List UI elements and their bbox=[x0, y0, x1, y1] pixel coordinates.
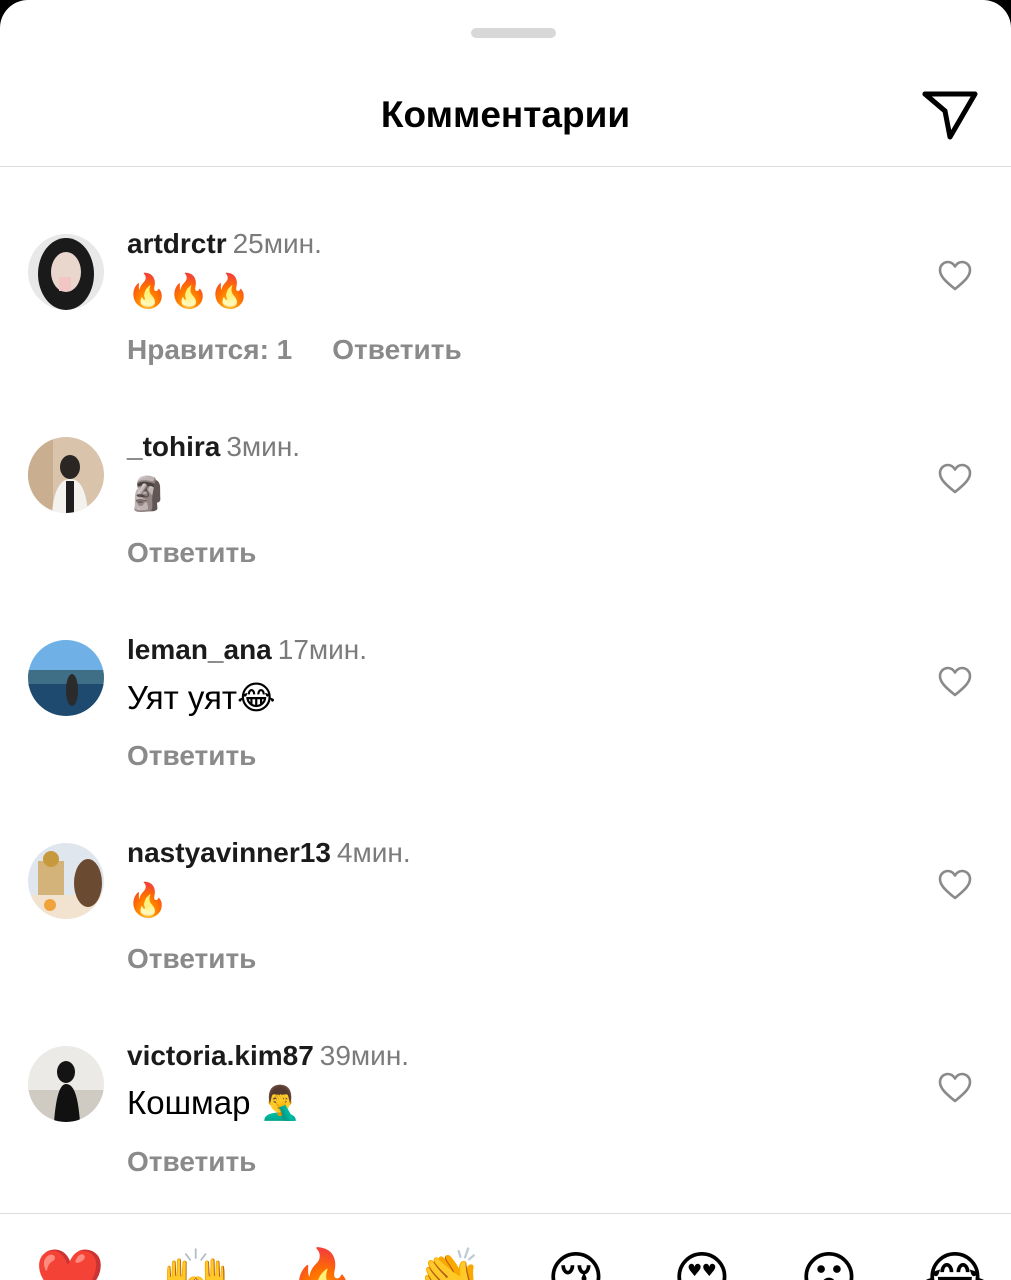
reaction-fire[interactable]: 🔥 bbox=[288, 1246, 358, 1280]
comment-actions: Ответить bbox=[127, 1146, 256, 1178]
reply-button[interactable]: Ответить bbox=[332, 334, 461, 365]
heart-icon[interactable] bbox=[938, 869, 972, 901]
heart-icon[interactable] bbox=[938, 666, 972, 698]
comment-time: 39мин. bbox=[319, 1040, 410, 1071]
comment-text: Уят уят😂 bbox=[127, 679, 276, 716]
avatar[interactable] bbox=[28, 1046, 104, 1122]
comment-item: _tohira 3мин. 🗿 Ответить bbox=[0, 431, 1011, 607]
comment-text: Кошмар 🤦‍♂️ bbox=[127, 1084, 301, 1121]
drag-handle[interactable] bbox=[471, 28, 556, 38]
comment-actions: Нравится: 1 Ответить bbox=[127, 334, 462, 366]
comment-item: leman_ana 17мин. Уят уят😂 Ответить bbox=[0, 634, 1011, 810]
comment-text: 🔥🔥🔥 bbox=[127, 272, 251, 309]
comment-time: 3мин. bbox=[226, 431, 301, 462]
comment-item: nastyavinner13 4мин. 🔥 Ответить bbox=[0, 837, 1011, 1013]
reactions-divider bbox=[0, 1213, 1011, 1214]
comment-meta: victoria.kim87 39мин. bbox=[127, 1040, 409, 1072]
username[interactable]: nastyavinner13 bbox=[127, 837, 331, 868]
comment-time: 17мин. bbox=[277, 634, 368, 665]
reaction-heart[interactable]: ❤️ bbox=[35, 1246, 105, 1280]
avatar[interactable] bbox=[28, 437, 104, 513]
page-title: Комментарии bbox=[380, 94, 631, 135]
reply-button[interactable]: Ответить bbox=[127, 943, 256, 974]
comment-time: 25мин. bbox=[232, 228, 322, 259]
comment-meta: _tohira 3мин. bbox=[127, 431, 300, 463]
comment-meta: leman_ana 17мин. bbox=[127, 634, 367, 666]
username[interactable]: _tohira bbox=[127, 431, 220, 462]
likes-count[interactable]: Нравится: 1 bbox=[127, 334, 292, 365]
username[interactable]: victoria.kim87 bbox=[127, 1040, 314, 1071]
quick-reactions-bar: ❤️ 🙌 🔥 👏 😢 😍 😮 😂 bbox=[0, 1246, 1011, 1280]
comment-text: 🗿 bbox=[127, 475, 169, 512]
reaction-raising-hands[interactable]: 🙌 bbox=[161, 1246, 231, 1280]
comment-meta: artdrctr 25мин. bbox=[127, 228, 322, 260]
comment-item: artdrctr 25мин. 🔥🔥🔥 Нравится: 1 Ответить bbox=[0, 228, 1011, 404]
reaction-heart-eyes[interactable]: 😍 bbox=[667, 1246, 737, 1280]
header-divider bbox=[0, 166, 1011, 167]
reaction-clapping[interactable]: 👏 bbox=[414, 1246, 484, 1280]
comment-text: 🔥 bbox=[127, 881, 169, 918]
avatar[interactable] bbox=[28, 843, 104, 919]
avatar[interactable] bbox=[28, 234, 104, 310]
heart-icon[interactable] bbox=[938, 260, 972, 292]
heart-icon[interactable] bbox=[938, 1072, 972, 1104]
comment-item: victoria.kim87 39мин. Кошмар 🤦‍♂️ Ответит… bbox=[0, 1040, 1011, 1216]
heart-icon[interactable] bbox=[938, 463, 972, 495]
reaction-surprised[interactable]: 😮 bbox=[794, 1246, 864, 1280]
reply-button[interactable]: Ответить bbox=[127, 537, 256, 568]
username[interactable]: leman_ana bbox=[127, 634, 272, 665]
reply-button[interactable]: Ответить bbox=[127, 740, 256, 771]
comment-actions: Ответить bbox=[127, 537, 256, 569]
comment-meta: nastyavinner13 4мин. bbox=[127, 837, 411, 869]
username[interactable]: artdrctr bbox=[127, 228, 227, 259]
reaction-crying[interactable]: 😢 bbox=[541, 1246, 611, 1280]
reply-button[interactable]: Ответить bbox=[127, 1146, 256, 1177]
comments-sheet: Комментарии artdrctr 25мин. 🔥🔥🔥 Нравится:… bbox=[0, 0, 1011, 1280]
reaction-laughing[interactable]: 😂 bbox=[920, 1246, 990, 1280]
comment-actions: Ответить bbox=[127, 943, 256, 975]
avatar[interactable] bbox=[28, 640, 104, 716]
comment-time: 4мин. bbox=[336, 837, 411, 868]
comment-actions: Ответить bbox=[127, 740, 256, 772]
paper-plane-icon[interactable] bbox=[920, 86, 980, 142]
